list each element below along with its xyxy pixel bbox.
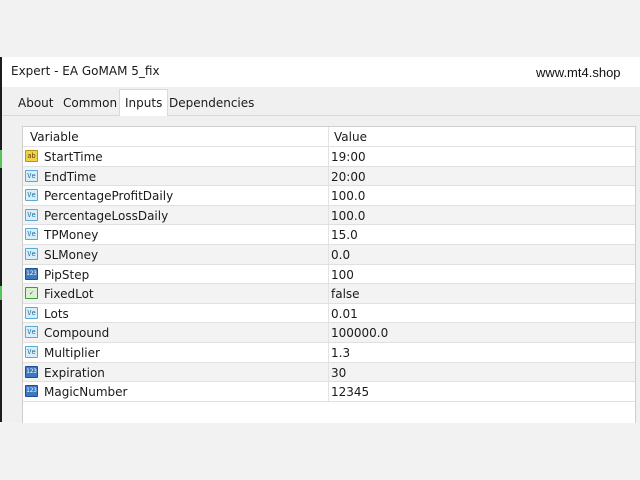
double-type-icon: Ve	[25, 326, 38, 339]
variable-value[interactable]: 100000.0	[331, 326, 388, 340]
variable-value[interactable]: 30	[331, 366, 346, 380]
variable-name: SLMoney	[44, 248, 99, 262]
column-header-variable[interactable]: Variable	[30, 130, 79, 144]
inputs-grid: Variable Value ab StartTime 19:00 Ve EndTime…	[22, 126, 636, 423]
string-type-icon: ab	[25, 150, 38, 162]
variable-value[interactable]: 15.0	[331, 228, 358, 242]
chart-edge-marker	[0, 286, 2, 300]
variable-value[interactable]: 100.0	[331, 209, 365, 223]
table-row[interactable]: Ve PercentageLossDaily 100.0	[23, 205, 635, 226]
cell-divider	[328, 205, 329, 225]
expert-properties-dialog: Expert - EA GoMAM 5_fix www.mt4.shop Abo…	[0, 57, 640, 423]
bool-type-icon: ✓	[25, 287, 38, 300]
cell-divider	[328, 225, 329, 244]
variable-value[interactable]: 19:00	[331, 150, 366, 164]
double-type-icon: Ve	[25, 248, 38, 260]
double-type-icon: Ve	[25, 228, 38, 241]
table-row[interactable]: Ve TPMoney 15.0	[23, 225, 635, 245]
table-row[interactable]: ✓ FixedLot false	[23, 284, 635, 304]
variable-name: Expiration	[44, 365, 105, 380]
double-type-icon: Ve	[25, 169, 38, 182]
cell-divider	[328, 343, 329, 362]
cell-divider	[328, 245, 329, 264]
variable-name: Compound	[44, 326, 110, 341]
table-row[interactable]: Ve PercentageProfitDaily 100.0	[23, 186, 635, 206]
variable-value[interactable]: false	[331, 287, 360, 301]
variable-value[interactable]: 100.0	[331, 189, 365, 203]
table-row[interactable]: Ve Compound 100000.0	[23, 323, 635, 343]
double-type-icon: Ve	[25, 208, 38, 221]
variable-name: Lots	[44, 306, 69, 321]
cell-divider	[328, 284, 329, 303]
table-row[interactable]: ab StartTime 19:00	[23, 147, 635, 167]
cell-divider	[328, 264, 329, 284]
variable-name: StartTime	[44, 150, 103, 164]
variable-name: FixedLot	[44, 287, 94, 302]
tab-inputs[interactable]: Inputs	[119, 89, 169, 116]
variable-name: Multiplier	[44, 346, 100, 360]
variable-value[interactable]: 0.0	[331, 248, 350, 262]
column-divider[interactable]	[328, 127, 329, 146]
double-type-icon: Ve	[25, 346, 38, 358]
cell-divider	[328, 147, 329, 166]
variable-name: PercentageLossDaily	[44, 208, 169, 223]
integer-type-icon: 123	[25, 267, 38, 280]
integer-type-icon: 123	[25, 385, 38, 398]
variable-name: PipStep	[44, 267, 90, 282]
variable-name: MagicNumber	[44, 385, 128, 400]
table-row[interactable]: 123 PipStep 100	[23, 264, 635, 285]
variable-value[interactable]: 100	[331, 268, 354, 282]
variable-value[interactable]: 20:00	[331, 170, 366, 184]
window-title: Expert - EA GoMAM 5_fix	[11, 64, 160, 78]
table-row[interactable]: Ve EndTime 20:00	[23, 166, 635, 187]
variable-name: TPMoney	[44, 228, 99, 243]
variable-value[interactable]: 1.3	[331, 346, 350, 360]
cell-divider	[328, 303, 329, 323]
table-row[interactable]: Ve SLMoney 0.0	[23, 245, 635, 265]
grid-header: Variable Value	[23, 127, 635, 147]
double-type-icon: Ve	[25, 189, 38, 202]
variable-name: EndTime	[44, 169, 97, 184]
inputs-panel: Variable Value ab StartTime 19:00 Ve EndTime…	[2, 116, 640, 423]
variable-value[interactable]: 12345	[331, 385, 369, 399]
watermark: www.mt4.shop	[536, 65, 621, 80]
integer-type-icon: 123	[25, 365, 38, 378]
cell-divider	[328, 362, 329, 382]
cell-divider	[328, 382, 329, 401]
cell-divider	[328, 166, 329, 186]
table-row[interactable]: Ve Lots 0.01	[23, 303, 635, 324]
column-header-value[interactable]: Value	[334, 130, 367, 144]
table-row[interactable]: Ve Multiplier 1.3	[23, 343, 635, 363]
table-row[interactable]: 123 MagicNumber 12345	[23, 382, 635, 402]
cell-divider	[328, 323, 329, 342]
tab-about[interactable]: About	[18, 92, 53, 114]
variable-value[interactable]: 0.01	[331, 307, 358, 321]
tab-dependencies[interactable]: Dependencies	[169, 92, 254, 114]
chart-edge-marker	[0, 150, 2, 168]
double-type-icon: Ve	[25, 306, 38, 319]
tab-strip: About Common Inputs Dependencies	[2, 87, 640, 116]
cell-divider	[328, 186, 329, 205]
tab-common[interactable]: Common	[63, 92, 117, 114]
title-bar: Expert - EA GoMAM 5_fix www.mt4.shop	[2, 57, 640, 87]
variable-name: PercentageProfitDaily	[44, 189, 174, 204]
table-row[interactable]: 123 Expiration 30	[23, 362, 635, 383]
